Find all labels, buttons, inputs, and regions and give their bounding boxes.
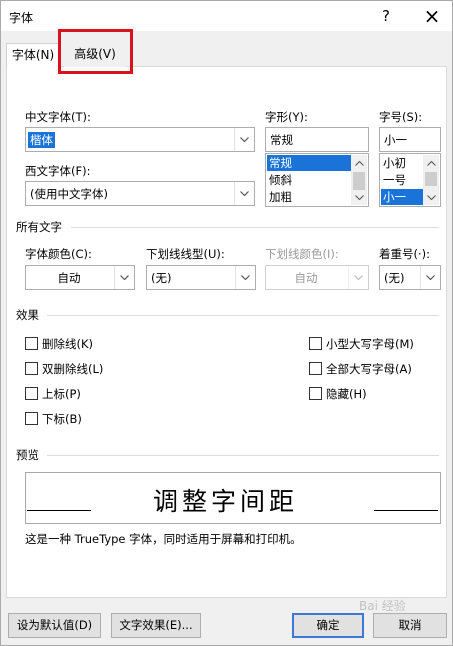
scrollbar[interactable] (351, 155, 367, 205)
chevron-down-icon[interactable] (420, 266, 440, 289)
scrollbar[interactable] (423, 155, 439, 205)
hidden-label[interactable]: 隐藏(H) (326, 386, 367, 402)
section-preview: 预览 (16, 448, 39, 462)
watermark: Bai 经验 (359, 599, 406, 613)
scroll-thumb[interactable] (425, 172, 437, 186)
double-strikethrough-checkbox[interactable] (25, 362, 38, 375)
font-dialog: 字体 ? × 字体(N) 高级(V) 中文字体(T): 楷体 西文字体(F): … (0, 0, 453, 646)
chevron-down-icon (348, 266, 368, 289)
scroll-thumb[interactable] (353, 172, 365, 190)
chevron-down-icon[interactable] (234, 182, 254, 205)
underline-color-value: 自动 (294, 271, 318, 285)
list-item[interactable]: 一号 (381, 172, 423, 188)
font-size-label: 字号(S): (379, 110, 423, 124)
font-color-value: 自动 (57, 271, 81, 285)
chevron-down-icon[interactable] (234, 128, 254, 151)
double-strikethrough-label[interactable]: 双删除线(L) (42, 361, 103, 377)
underline-style-combo[interactable]: (无) (146, 265, 256, 290)
font-style-input[interactable]: 常规 (265, 127, 369, 152)
divider (47, 315, 439, 316)
chevron-up-icon[interactable] (423, 155, 439, 171)
font-style-list[interactable]: 常规 倾斜 加粗 (265, 153, 369, 207)
superscript-checkbox[interactable] (25, 387, 38, 400)
western-font-label: 西文字体(F): (25, 164, 91, 178)
all-caps-checkbox[interactable] (309, 362, 322, 375)
text-effects-button[interactable]: 文字效果(E)... (111, 613, 201, 638)
all-caps-label[interactable]: 全部大写字母(A) (326, 361, 412, 377)
list-item[interactable]: 常规 (267, 155, 351, 171)
small-caps-label[interactable]: 小型大写字母(M) (326, 336, 414, 352)
western-font-combo[interactable]: (使用中文字体) (25, 181, 255, 206)
underline-style-value: (无) (151, 271, 172, 285)
preview-baseline-left (27, 510, 91, 511)
chevron-down-icon[interactable] (114, 266, 134, 289)
list-item[interactable]: 加粗 (267, 189, 351, 205)
superscript-label[interactable]: 上标(P) (42, 386, 81, 402)
list-item[interactable]: 倾斜 (267, 172, 351, 188)
underline-color-combo: 自动 (265, 265, 369, 290)
strikethrough-checkbox[interactable] (25, 337, 38, 350)
subscript-label[interactable]: 下标(B) (42, 411, 82, 427)
close-icon[interactable]: × (421, 5, 443, 27)
preview-note: 这是一种 TrueType 字体，同时适用于屏幕和打印机。 (25, 532, 302, 546)
chinese-font-combo[interactable]: 楷体 (25, 127, 255, 152)
divider (71, 227, 439, 228)
western-font-value: (使用中文字体) (30, 187, 108, 201)
small-caps-checkbox[interactable] (309, 337, 322, 350)
emphasis-mark-value: (无) (384, 271, 405, 285)
hidden-checkbox[interactable] (309, 387, 322, 400)
font-size-input[interactable]: 小一 (379, 127, 441, 152)
font-size-list[interactable]: 小初 一号 小一 (379, 153, 441, 207)
preview-sample-text: 调整字间距 (153, 487, 299, 516)
section-all-text: 所有文字 (16, 220, 62, 234)
chevron-up-icon[interactable] (351, 155, 367, 171)
tab-font[interactable]: 字体(N) (6, 43, 60, 67)
list-item[interactable]: 小初 (381, 155, 423, 171)
chevron-down-icon[interactable] (423, 189, 439, 205)
underline-color-label: 下划线颜色(I): (265, 247, 339, 261)
highlight-box (58, 29, 133, 74)
font-style-label: 字形(Y): (265, 110, 308, 124)
strikethrough-label[interactable]: 删除线(K) (42, 336, 93, 352)
font-color-label: 字体颜色(C): (25, 247, 92, 261)
underline-style-label: 下划线线型(U): (146, 247, 225, 261)
preview-baseline-right (374, 510, 438, 511)
set-default-button[interactable]: 设为默认值(D) (8, 613, 101, 638)
list-item[interactable]: 小一 (381, 189, 423, 205)
divider (47, 455, 439, 456)
ok-button[interactable]: 确定 (292, 613, 364, 638)
font-color-combo[interactable]: 自动 (25, 265, 135, 290)
emphasis-mark-combo[interactable]: (无) (379, 265, 441, 290)
subscript-checkbox[interactable] (25, 412, 38, 425)
font-style-value: 常规 (270, 133, 293, 147)
font-size-value: 小一 (384, 133, 407, 147)
emphasis-mark-label: 着重号(·): (379, 247, 431, 261)
window-title: 字体 (9, 11, 34, 25)
cancel-button[interactable]: 取消 (373, 613, 447, 638)
section-effects: 效果 (16, 308, 39, 322)
chinese-font-label: 中文字体(T): (25, 110, 91, 124)
chevron-down-icon[interactable] (351, 189, 367, 205)
chinese-font-value: 楷体 (28, 132, 55, 148)
help-icon[interactable]: ? (375, 5, 397, 27)
chevron-down-icon[interactable] (235, 266, 255, 289)
